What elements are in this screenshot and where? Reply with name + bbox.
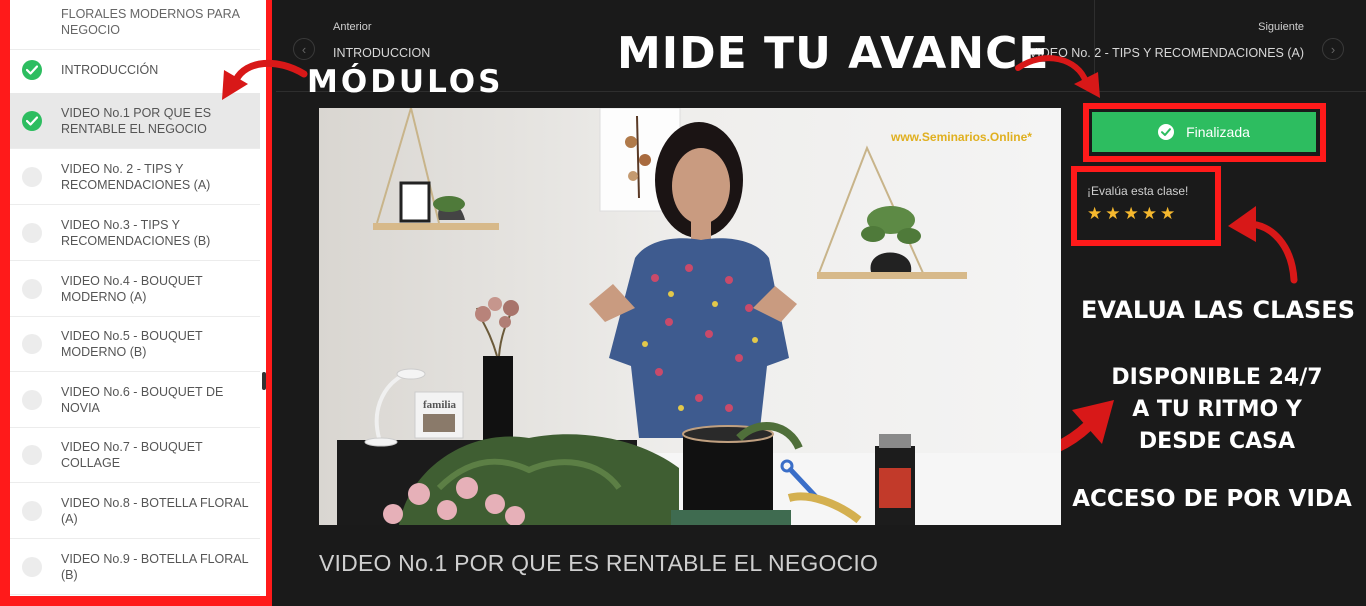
- sidebar-item-label: VIDEO No.8 - BOTELLA FLORAL (A): [61, 495, 249, 526]
- sidebar-item-label: VIDEO No.6 - BOUQUET DE NOVIA: [61, 384, 224, 415]
- sidebar-scrollbar[interactable]: [262, 372, 266, 390]
- circle-icon: [22, 222, 42, 243]
- sidebar-item-video-4[interactable]: VIDEO No.4 - BOUQUET MODERNO (A): [10, 261, 260, 317]
- star-icon[interactable]: ★: [1087, 205, 1102, 223]
- sidebar-item-video-8[interactable]: VIDEO No.8 - BOTELLA FLORAL (A): [10, 483, 260, 539]
- star-icon[interactable]: ★: [1142, 205, 1157, 223]
- chevron-right-icon[interactable]: ›: [1322, 38, 1344, 60]
- circle-icon: [22, 556, 42, 577]
- circle-icon: [22, 278, 42, 299]
- star-icon[interactable]: ★: [1160, 205, 1175, 223]
- curved-arrow-icon: [1015, 55, 1100, 98]
- sidebar-item-label: VIDEO No.7 - BOUQUET COLLAGE: [61, 439, 203, 470]
- promo-disponible-line-2: A TU RITMO Y: [1132, 397, 1302, 422]
- next-lesson-caption: Siguiente: [1258, 21, 1304, 33]
- promo-acceso: ACCESO DE POR VIDA: [1072, 486, 1352, 512]
- rating-label: ¡Evalúa esta clase!: [1087, 184, 1189, 198]
- video-player[interactable]: www.Seminarios.Online* familia: [319, 108, 1061, 525]
- headline-mide-tu-avance: MIDE TU AVANCE: [617, 28, 1050, 79]
- video-frame-image: www.Seminarios.Online* familia: [319, 108, 1061, 525]
- circle-icon: [22, 500, 42, 521]
- sidebar-item-label: VIDEO No. 2 - TIPS Y RECOMENDACIONES (A): [61, 161, 211, 192]
- promo-disponible: DISPONIBLE 24/7 A TU RITMO Y DESDE CASA: [1090, 362, 1344, 458]
- star-rating[interactable]: ★ ★ ★ ★ ★: [1087, 205, 1175, 223]
- finish-button[interactable]: Finalizada: [1092, 112, 1316, 152]
- sidebar-item-label: VIDEO No.5 - BOUQUET MODERNO (B): [61, 328, 203, 359]
- star-icon[interactable]: ★: [1105, 205, 1120, 223]
- prev-lesson-caption: Anterior: [333, 21, 372, 33]
- finish-button-label: Finalizada: [1186, 124, 1250, 140]
- promo-disponible-line-3: DESDE CASA: [1138, 429, 1296, 454]
- sidebar-item-video-9[interactable]: VIDEO No.9 - BOTELLA FLORAL (B): [10, 539, 260, 595]
- circle-icon: [22, 389, 42, 410]
- circle-icon: [22, 444, 42, 465]
- sidebar-item-label: VIDEO No.3 - TIPS Y RECOMENDACIONES (B): [61, 217, 211, 248]
- sidebar-item-video-5[interactable]: VIDEO No.5 - BOUQUET MODERNO (B): [10, 316, 260, 372]
- curved-arrow-icon: [222, 59, 308, 100]
- sidebar-item-label: VIDEO No.9 - BOTELLA FLORAL (B): [61, 551, 249, 582]
- curved-arrow-icon: [1228, 206, 1298, 284]
- video-title: VIDEO No.1 POR QUE ES RENTABLE EL NEGOCI…: [319, 550, 879, 576]
- prev-lesson-link[interactable]: INTRODUCCION: [333, 46, 430, 60]
- sidebar-item-label: VIDEO No.4 - BOUQUET MODERNO (A): [61, 273, 203, 304]
- headline-modulos: MÓDULOS: [307, 64, 504, 100]
- sidebar-item-video-7[interactable]: VIDEO No.7 - BOUQUET COLLAGE: [10, 427, 260, 483]
- promo-evalua: EVALUA LAS CLASES: [1081, 296, 1355, 324]
- sidebar-item-label: FLORALES MODERNOS PARA NEGOCIO: [61, 6, 240, 37]
- star-icon[interactable]: ★: [1124, 205, 1139, 223]
- circle-icon: [22, 333, 42, 354]
- frame-caption: familia: [423, 399, 456, 411]
- sidebar-item-video-2[interactable]: VIDEO No. 2 - TIPS Y RECOMENDACIONES (A): [10, 149, 260, 205]
- check-circle-icon: [22, 110, 42, 131]
- video-watermark: www.Seminarios.Online*: [890, 130, 1032, 144]
- sidebar-item-video-3[interactable]: VIDEO No.3 - TIPS Y RECOMENDACIONES (B): [10, 205, 260, 261]
- check-circle-icon: [1158, 124, 1175, 140]
- circle-icon: [22, 166, 42, 187]
- sidebar-item-label: VIDEO No.1 POR QUE ES RENTABLE EL NEGOCI…: [61, 105, 212, 136]
- promo-disponible-line-1: DISPONIBLE 24/7: [1111, 365, 1323, 390]
- check-circle-icon: [22, 59, 42, 80]
- sidebar-item-video-6[interactable]: VIDEO No.6 - BOUQUET DE NOVIA: [10, 372, 260, 428]
